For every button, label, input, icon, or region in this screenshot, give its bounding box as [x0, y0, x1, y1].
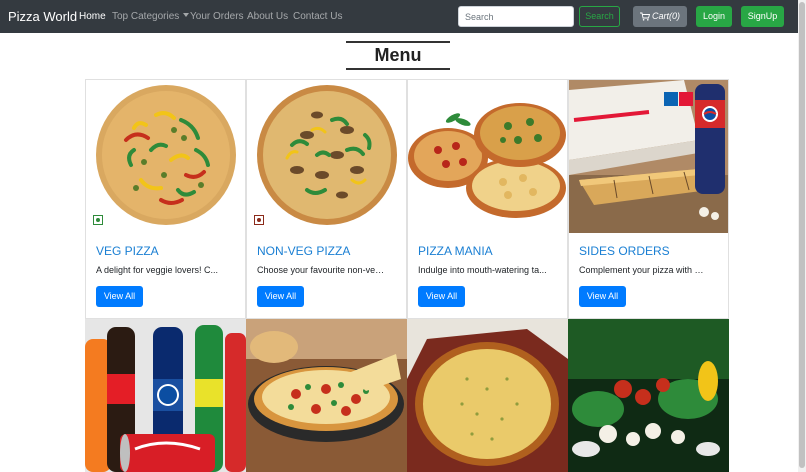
- category-card-veg-pizza: VEG PIZZA A delight for veggie lovers! C…: [85, 79, 246, 319]
- card-title[interactable]: VEG PIZZA: [96, 244, 159, 258]
- view-all-button[interactable]: View All: [579, 286, 626, 307]
- category-card-pizza-mania: PIZZA MANIA Indulge into mouth-watering …: [407, 79, 568, 319]
- cart-button[interactable]: Cart(0): [633, 6, 687, 27]
- card-title[interactable]: SIDES ORDERS: [579, 244, 670, 258]
- sides-orders-image: [569, 80, 728, 233]
- top-navbar: Pizza World Home Top Categories Your Ord…: [0, 0, 798, 33]
- view-all-button[interactable]: View All: [418, 286, 465, 307]
- login-button[interactable]: Login: [696, 6, 732, 27]
- page-title: Menu: [346, 41, 450, 70]
- view-all-button[interactable]: View All: [96, 286, 143, 307]
- non-veg-pizza-image: [247, 80, 406, 233]
- vegetables-image: [568, 319, 729, 472]
- scrollbar-thumb[interactable]: [799, 2, 805, 468]
- nav-your-orders[interactable]: Your Orders: [190, 10, 244, 24]
- card-description: Complement your pizza with wid...: [579, 265, 709, 275]
- veg-pizza-image: [86, 80, 245, 233]
- chevron-down-icon: [183, 13, 190, 17]
- nonveg-mark-icon: [254, 215, 264, 225]
- search-input[interactable]: [458, 6, 574, 27]
- pan-pizza-image: [246, 319, 407, 472]
- beverages-image: [85, 319, 246, 472]
- category-card-sides-orders: SIDES ORDERS Complement your pizza with …: [568, 79, 729, 319]
- nav-about-us[interactable]: About Us: [247, 10, 288, 24]
- card-title[interactable]: NON-VEG PIZZA: [257, 244, 350, 258]
- nav-home[interactable]: Home: [79, 10, 106, 24]
- category-card-non-veg-pizza: NON-VEG PIZZA Choose your favourite non-…: [246, 79, 407, 319]
- view-all-button[interactable]: View All: [257, 286, 304, 307]
- card-description: Choose your favourite non-veg ...: [257, 265, 387, 275]
- page-scrollbar[interactable]: [798, 0, 806, 472]
- nav-contact-us[interactable]: Contact Us: [293, 10, 342, 24]
- signup-button[interactable]: SignUp: [741, 6, 784, 27]
- nav-top-categories[interactable]: Top Categories: [112, 10, 190, 24]
- card-title[interactable]: PIZZA MANIA: [418, 244, 493, 258]
- garlic-bread-pizza-image: [407, 319, 568, 472]
- pizza-mania-image: [408, 80, 567, 233]
- nav-top-categories-label: Top Categories: [112, 11, 180, 22]
- brand-logo[interactable]: Pizza World: [8, 8, 77, 25]
- card-description: Indulge into mouth-watering ta...: [418, 265, 547, 275]
- cart-label: Cart(0): [652, 11, 681, 21]
- search-button[interactable]: Search: [579, 6, 620, 27]
- card-description: A delight for veggie lovers! C...: [96, 265, 219, 275]
- veg-mark-icon: [93, 215, 103, 225]
- cart-icon: [640, 12, 651, 21]
